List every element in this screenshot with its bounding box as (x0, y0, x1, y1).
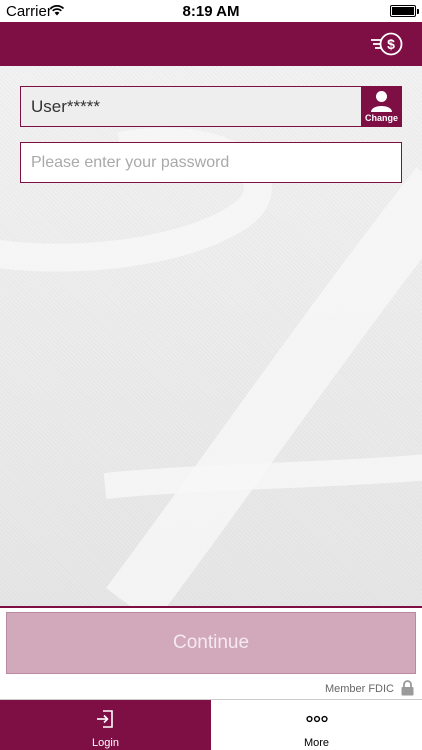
tab-bar: Login More (0, 699, 422, 750)
change-label: Change (364, 113, 398, 123)
tab-more[interactable]: More (211, 700, 422, 750)
username-display: User***** (20, 86, 362, 127)
more-dots-icon (306, 715, 328, 723)
login-icon (97, 710, 113, 728)
login-panel: User***** Change (0, 66, 422, 606)
money-transfer-icon[interactable]: $ (370, 31, 404, 57)
svg-text:$: $ (387, 36, 395, 52)
change-user-button[interactable]: Change (361, 86, 402, 127)
continue-button[interactable]: Continue (6, 612, 416, 674)
tab-login[interactable]: Login (0, 700, 211, 750)
lock-icon (401, 680, 414, 696)
member-fdic-label: Member FDIC (324, 683, 394, 695)
tab-more-label: More (303, 737, 330, 749)
status-bar: Carrier 8:19 AM (0, 0, 422, 22)
app-header: $ (0, 22, 422, 66)
status-time: 8:19 AM (182, 3, 240, 20)
battery-icon (390, 5, 419, 17)
password-input[interactable] (20, 142, 402, 183)
tab-login-label: Login (92, 737, 119, 749)
user-icon (371, 91, 392, 112)
divider (0, 606, 422, 608)
